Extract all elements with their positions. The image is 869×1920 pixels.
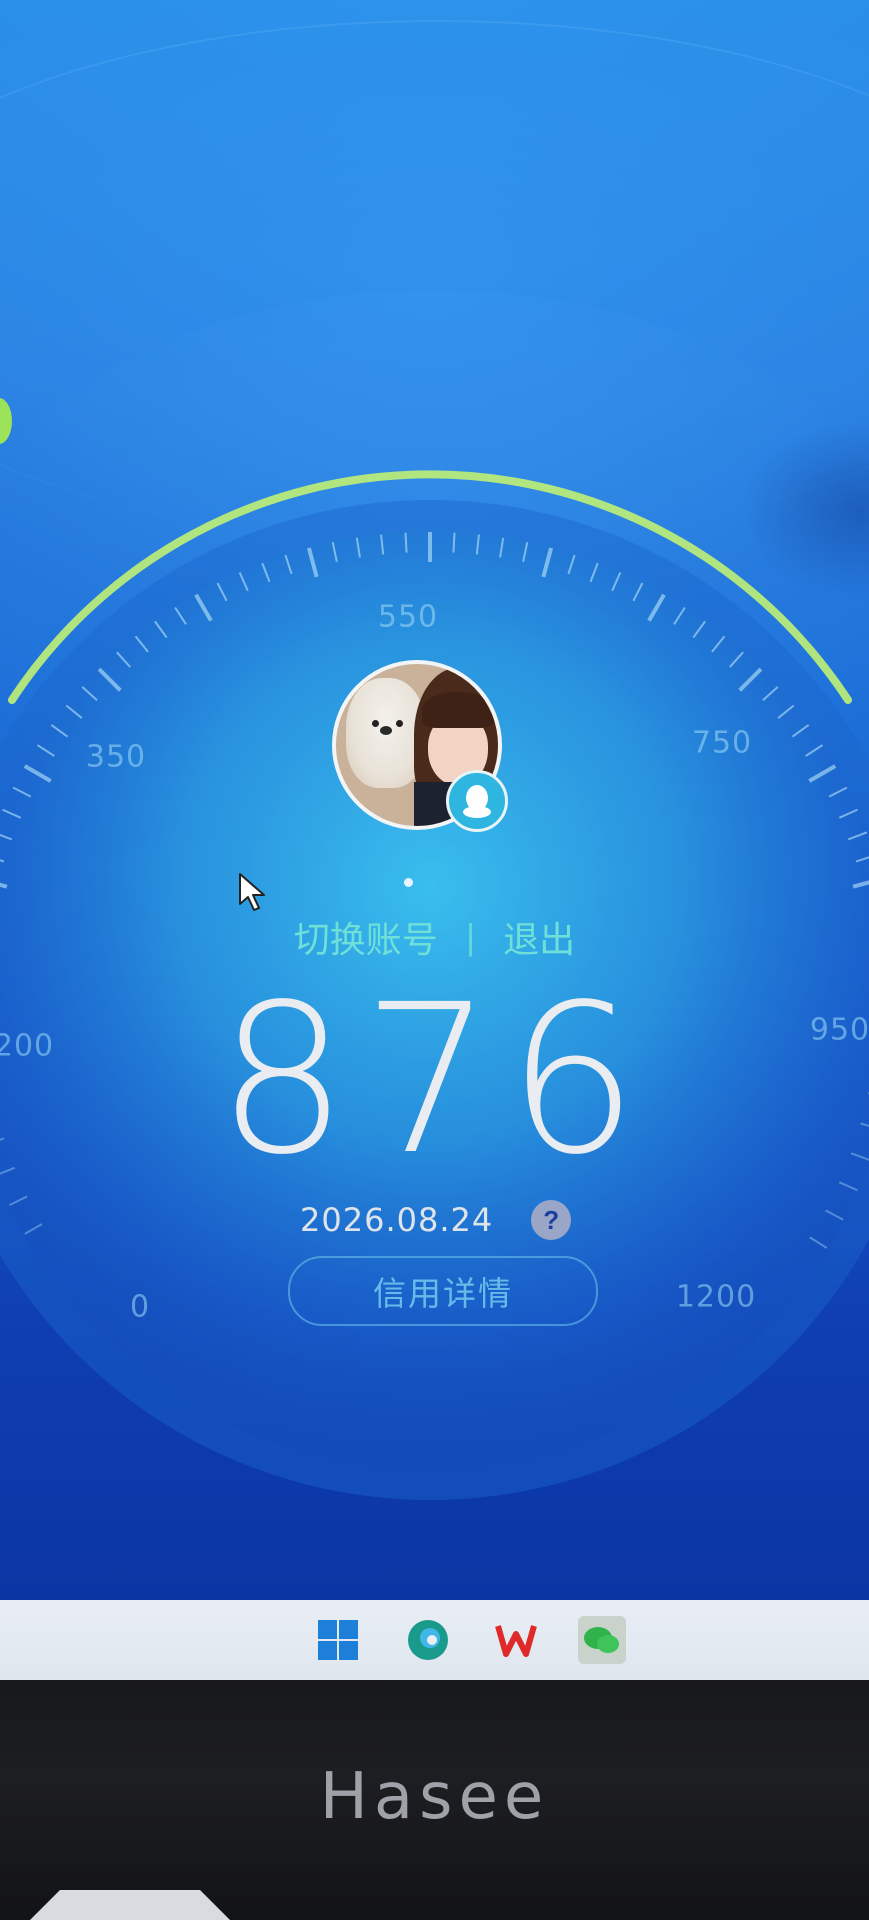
desk-surface xyxy=(30,1890,230,1920)
tick-label-0: 0 xyxy=(129,1289,151,1325)
monitor-brand: Hasee xyxy=(319,1760,550,1834)
credit-details-button[interactable]: 信用详情 xyxy=(288,1256,598,1326)
windows-start-icon[interactable] xyxy=(314,1616,362,1664)
tick-label-350: 350 xyxy=(85,739,147,775)
tick-label-550: 550 xyxy=(377,599,439,635)
avatar-dog-nose xyxy=(380,726,392,735)
wps-office-icon[interactable] xyxy=(492,1616,540,1664)
gauge-tick xyxy=(404,532,408,553)
tick-label-750: 750 xyxy=(691,725,753,761)
screen-area: 350 550 750 200 950 0 1200 切换账号 | 退出 876… xyxy=(0,0,869,1600)
avatar-dog-eye-left xyxy=(372,720,379,727)
mouse-cursor-icon xyxy=(239,873,265,911)
wechat-icon[interactable] xyxy=(578,1616,626,1664)
credit-score: 876 xyxy=(216,960,653,1200)
avatar-bangs xyxy=(422,692,494,728)
taskbar xyxy=(0,1600,869,1680)
tick-label-1200: 1200 xyxy=(675,1279,757,1315)
avatar-dog-eye-right xyxy=(396,720,403,727)
link-separator: | xyxy=(465,916,476,957)
score-date-row: 2026.08.24 ? xyxy=(300,1196,572,1244)
qq-icon xyxy=(446,770,508,832)
gauge-tick xyxy=(452,532,456,553)
help-icon[interactable]: ? xyxy=(531,1200,572,1240)
page-indicator-dot xyxy=(404,878,413,887)
edge-browser-icon[interactable] xyxy=(404,1616,452,1664)
account-links: 切换账号 | 退出 xyxy=(0,912,869,962)
logout-link[interactable]: 退出 xyxy=(503,911,575,963)
score-date: 2026.08.24 xyxy=(300,1201,494,1239)
switch-account-link[interactable]: 切换账号 xyxy=(294,911,438,963)
qq-penguin-glyph xyxy=(463,785,491,818)
